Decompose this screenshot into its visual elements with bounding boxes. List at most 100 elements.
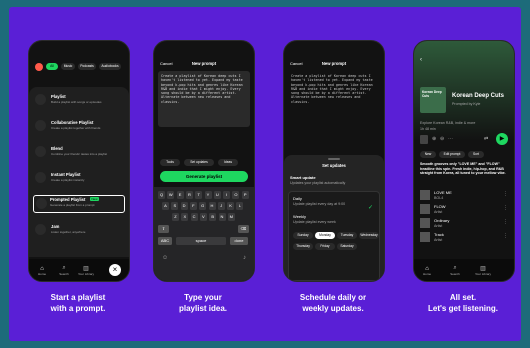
tools-button[interactable]: Tools	[160, 159, 180, 166]
key[interactable]: F	[189, 202, 197, 210]
key[interactable]: W	[167, 191, 175, 199]
nav-home[interactable]: ⌂ Home	[33, 266, 51, 276]
track-row[interactable]: LOVE ME BOL4 ⋮	[420, 189, 508, 203]
menu-item-title: Collaborative Playlist	[51, 120, 94, 125]
day-chip[interactable]: Saturday	[337, 243, 357, 250]
backspace-key[interactable]: ⌫	[238, 225, 249, 233]
track-row[interactable]: Track Artist ⋮	[420, 231, 508, 245]
prompt-input[interactable]: Create a playlist of Korean deep cuts I …	[158, 71, 250, 127]
menu-item[interactable]: Playlist Build a playlist with songs or e…	[35, 93, 123, 107]
key[interactable]: I	[223, 191, 231, 199]
day-chip[interactable]: Sunday	[293, 232, 313, 239]
track-art	[420, 232, 430, 242]
nav-library[interactable]: ▥ Your Library	[474, 265, 492, 276]
chip-edit-prompt[interactable]: Edit prompt	[439, 151, 465, 158]
key[interactable]: A	[162, 202, 169, 210]
nav-library[interactable]: ▥ Your Library	[77, 265, 95, 276]
key[interactable]: C	[190, 213, 198, 221]
key[interactable]: N	[218, 213, 226, 221]
close-icon[interactable]: ×	[109, 264, 121, 276]
caption-step-4: All set. Let's get listening.	[428, 293, 498, 313]
track-title: Ordinary	[434, 218, 450, 223]
download-icon[interactable]: ⊖	[440, 136, 444, 142]
ideas-button[interactable]: Ideas	[218, 159, 238, 166]
mini-cover[interactable]	[420, 135, 428, 144]
avatar[interactable]	[35, 63, 43, 71]
emoji-icon[interactable]: ☺	[162, 255, 168, 261]
key[interactable]: K	[227, 202, 235, 210]
key[interactable]: T	[195, 191, 203, 199]
day-chip[interactable]: Friday	[315, 243, 335, 250]
sheet-handle[interactable]	[328, 158, 340, 160]
menu-item-sub: Build a playlist with songs or episodes	[51, 100, 102, 104]
add-icon[interactable]: ⊕	[432, 136, 436, 142]
menu-item[interactable]: Prompted Playlist New Generate a playlist …	[33, 195, 125, 213]
track-row[interactable]: FLOW Artist ⋮	[420, 203, 508, 217]
menu-item[interactable]: Collaborative Playlist Create a playlist …	[35, 119, 123, 133]
key[interactable]: Z	[172, 213, 179, 221]
track-artist: BOL4	[434, 196, 444, 200]
key[interactable]: S	[171, 202, 179, 210]
key[interactable]: H	[208, 202, 216, 210]
chip-music[interactable]: Music	[61, 63, 75, 70]
generate-playlist-button[interactable]: Generate playlist	[160, 171, 248, 182]
menu-item[interactable]: Jam Listen together, anywhere	[35, 223, 123, 237]
key[interactable]: Q	[158, 191, 165, 199]
day-chip[interactable]: Wednesday	[359, 232, 379, 239]
chip-new[interactable]: New	[420, 151, 436, 158]
track-artist: Artist	[434, 224, 443, 228]
play-button[interactable]: ▶	[496, 133, 508, 145]
shift-key[interactable]: ⇧	[158, 225, 169, 233]
done-key[interactable]: done	[230, 237, 248, 245]
set-updates-button[interactable]: Set updates	[184, 159, 214, 166]
chip-podcasts[interactable]: Podcasts	[78, 63, 96, 70]
chip-audiobooks[interactable]: Audiobooks	[99, 63, 121, 70]
day-chip[interactable]: Monday	[315, 232, 335, 239]
key[interactable]: M	[227, 213, 235, 221]
cover-text: Korean Deep Cuts	[422, 90, 442, 98]
nav-search[interactable]: ⌕ Search	[446, 265, 464, 276]
more-icon[interactable]: ⋮	[503, 205, 508, 211]
more-icon[interactable]: ⋮	[503, 219, 508, 225]
key[interactable]: J	[217, 202, 225, 210]
menu-item[interactable]: Instant Playlist Create a playlist instan…	[35, 171, 123, 185]
shuffle-icon[interactable]: ⇄	[484, 136, 488, 142]
chip-all[interactable]: All	[46, 63, 58, 70]
abc-key[interactable]: ABC	[158, 237, 172, 245]
key[interactable]: X	[181, 213, 189, 221]
more-icon[interactable]: ⋮	[503, 191, 508, 197]
track-art	[420, 190, 430, 200]
key[interactable]: L	[236, 202, 244, 210]
key[interactable]: O	[232, 191, 240, 199]
menu-item[interactable]: Blend Combine your friends' tastes into a…	[35, 145, 123, 159]
phone-new-prompt: Cancel New prompt Create a playlist of K…	[153, 40, 255, 282]
option-daily[interactable]: Daily	[293, 196, 302, 201]
back-icon[interactable]: ‹	[420, 57, 422, 63]
space-key[interactable]: space	[176, 237, 226, 245]
track-row[interactable]: Ordinary Artist ⋮	[420, 217, 508, 231]
more-icon[interactable]: ⋯	[448, 136, 453, 142]
nav-home[interactable]: ⌂ Home	[418, 266, 436, 276]
key[interactable]: U	[213, 191, 221, 199]
caption-step-3: Schedule daily or weekly updates.	[299, 293, 367, 313]
key[interactable]: P	[241, 191, 249, 199]
track-artist: Artist	[434, 210, 443, 214]
key[interactable]: R	[185, 191, 193, 199]
day-chip[interactable]: Tuesday	[337, 232, 357, 239]
key[interactable]: Y	[204, 191, 212, 199]
key[interactable]: V	[199, 213, 207, 221]
library-icon: ▥	[480, 266, 486, 272]
playlist-byline[interactable]: Prompted by Kyle	[452, 102, 480, 106]
smart-update-sub: Updates your playlist automatically	[290, 181, 346, 185]
key[interactable]: G	[199, 202, 207, 210]
day-chip[interactable]: Thursday	[293, 243, 313, 250]
microphone-icon[interactable]: ♪	[243, 255, 246, 261]
key[interactable]: E	[176, 191, 184, 199]
nav-search[interactable]: ⌕ Search	[55, 265, 73, 276]
more-icon[interactable]: ⋮	[503, 233, 508, 239]
option-weekly[interactable]: Weekly	[293, 214, 306, 219]
chip-sort[interactable]: Sort	[468, 151, 484, 158]
menu-item-title: Jam	[51, 224, 60, 229]
key[interactable]: B	[209, 213, 217, 221]
key[interactable]: D	[180, 202, 188, 210]
